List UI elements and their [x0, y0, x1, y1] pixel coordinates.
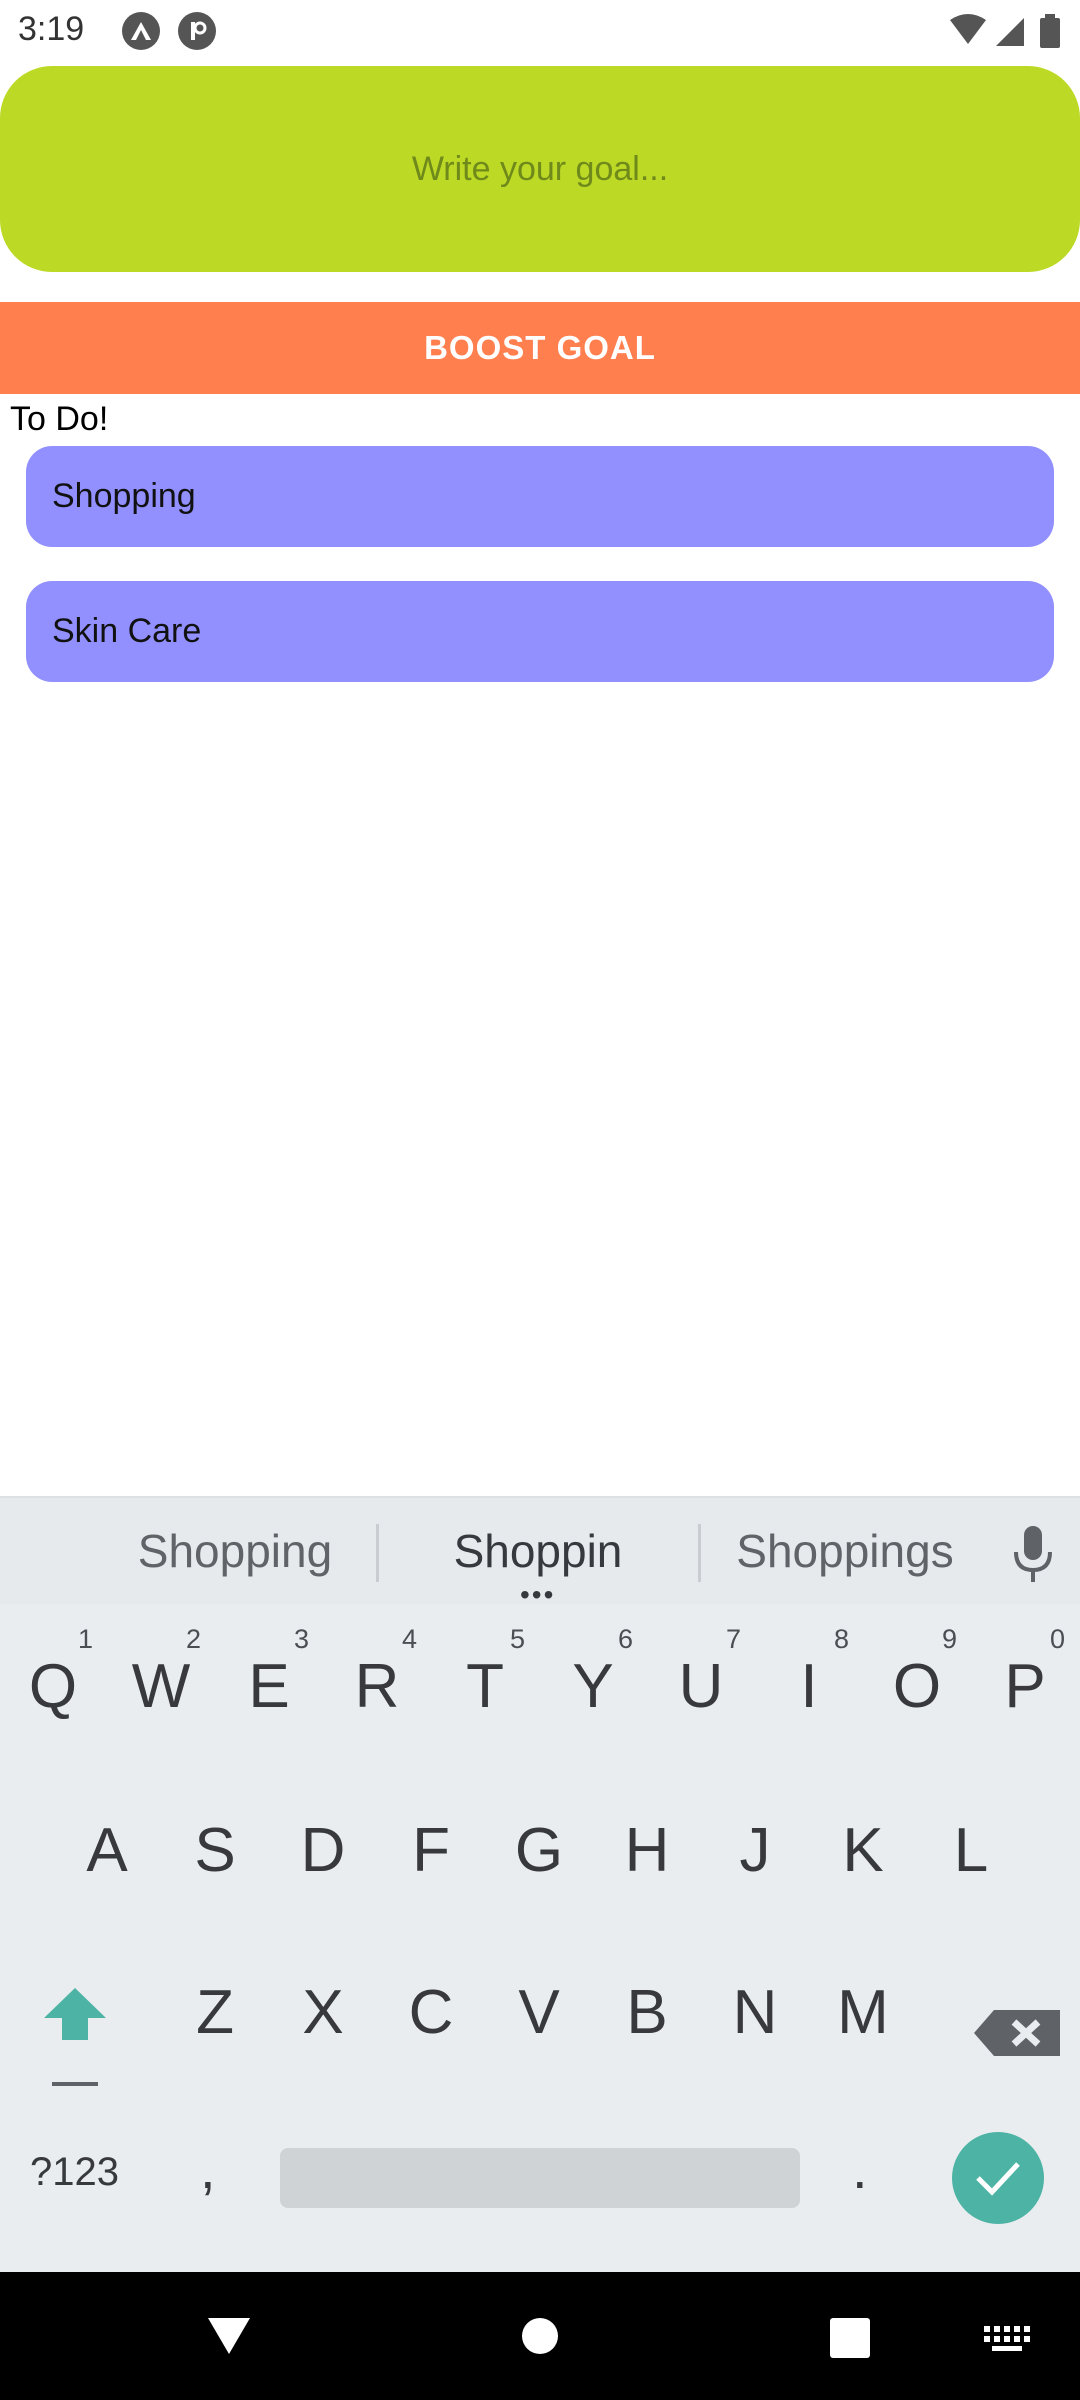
suggestion-right[interactable]: Shoppings: [710, 1498, 980, 1604]
key-b[interactable]: B: [602, 1942, 692, 2082]
period-key[interactable]: .: [852, 2136, 868, 2201]
microphone-icon[interactable]: [1008, 1524, 1058, 1584]
key-g[interactable]: G: [494, 1780, 584, 1920]
key-hint: 6: [618, 1624, 634, 1654]
divider: [698, 1524, 701, 1582]
back-icon[interactable]: [206, 2316, 252, 2356]
shift-icon[interactable]: [30, 1974, 120, 2104]
key-f[interactable]: F: [386, 1780, 476, 1920]
on-screen-keyboard: Shopping Shoppin Shoppings ••• Q W E R T…: [0, 1496, 1080, 2274]
key-hint: 1: [78, 1624, 94, 1654]
comma-key[interactable]: ,: [200, 2136, 216, 2201]
key-hint: 7: [726, 1624, 742, 1654]
suggestion-bar: Shopping Shoppin Shoppings •••: [0, 1498, 1080, 1609]
goal-input[interactable]: [0, 65, 1080, 273]
key-k[interactable]: K: [818, 1780, 908, 1920]
key-m[interactable]: M: [818, 1942, 908, 2082]
app-icon: [178, 12, 216, 50]
key-hint: 3: [294, 1624, 310, 1654]
status-time: 3:19: [18, 10, 85, 48]
key-hint: 4: [402, 1624, 418, 1654]
key-s[interactable]: S: [170, 1780, 260, 1920]
goal-input-container: [0, 65, 1080, 273]
key-l[interactable]: L: [926, 1780, 1016, 1920]
key-hint: 0: [1050, 1624, 1066, 1654]
keyboard-switch-icon[interactable]: [984, 2326, 1030, 2352]
recents-icon[interactable]: [830, 2318, 870, 2358]
key-hint: 8: [834, 1624, 850, 1654]
key-n[interactable]: N: [710, 1942, 800, 2082]
key-hint: 5: [510, 1624, 526, 1654]
backspace-icon[interactable]: [966, 1978, 1066, 2088]
divider: [376, 1524, 379, 1582]
signal-icon: [996, 18, 1024, 46]
navigation-bar: [0, 2272, 1080, 2400]
battery-icon: [1040, 14, 1060, 48]
key-z[interactable]: Z: [170, 1942, 260, 2082]
boost-goal-button[interactable]: BOOST GOAL: [0, 302, 1080, 394]
key-j[interactable]: J: [710, 1780, 800, 1920]
wifi-icon: [950, 14, 986, 44]
suggestion-left[interactable]: Shopping: [100, 1498, 370, 1604]
key-c[interactable]: C: [386, 1942, 476, 2082]
todo-title: To Do!: [10, 400, 109, 438]
status-icons: [948, 12, 1068, 50]
key-d[interactable]: D: [278, 1780, 368, 1920]
check-icon: [976, 2162, 1020, 2196]
goal-item[interactable]: Skin Care: [26, 581, 1054, 682]
symbols-key[interactable]: ?123: [30, 2150, 119, 2195]
key-h[interactable]: H: [602, 1780, 692, 1920]
expo-icon: [122, 12, 160, 50]
more-suggestions-icon[interactable]: •••: [520, 1581, 555, 1609]
key-a[interactable]: A: [62, 1780, 152, 1920]
space-bar[interactable]: [280, 2148, 800, 2208]
goal-item[interactable]: Shopping: [26, 446, 1054, 547]
status-bar: 3:19: [0, 0, 1080, 62]
key-v[interactable]: V: [494, 1942, 584, 2082]
enter-key[interactable]: [952, 2132, 1044, 2224]
key-hint: 9: [942, 1624, 958, 1654]
home-icon[interactable]: [522, 2318, 558, 2354]
key-x[interactable]: X: [278, 1942, 368, 2082]
key-hint: 2: [186, 1624, 202, 1654]
